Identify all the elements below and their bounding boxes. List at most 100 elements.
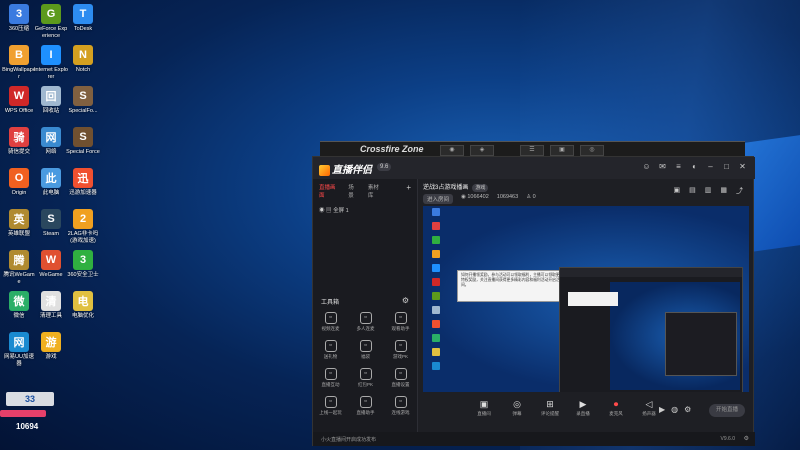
window-icon[interactable]: ▥ <box>705 186 712 196</box>
desktop-icon[interactable]: 此此电脑 <box>34 168 68 197</box>
desktop-icon[interactable]: 网网络 <box>34 127 68 156</box>
camera-icon[interactable]: ▶ <box>659 405 665 414</box>
tools-settings-icon[interactable]: ⚙ <box>402 296 409 305</box>
tab-library[interactable]: 素材库 <box>368 183 382 199</box>
menu-icon[interactable]: ≡ <box>674 162 683 171</box>
skin-icon[interactable]: ◐ <box>690 162 699 171</box>
desktop-icon[interactable]: 迅迅游加速器 <box>66 168 100 197</box>
app-logo-icon <box>319 164 330 176</box>
play-icon: ▫ <box>324 396 337 408</box>
tab-scene[interactable]: 场景 <box>348 183 358 199</box>
desktop-icon-label: ToDesk <box>73 26 93 32</box>
tool-item[interactable]: ▫ 游戏PK <box>383 340 418 360</box>
lock-icon[interactable]: ▣ <box>674 186 681 196</box>
tool-label: 福袋 <box>361 354 370 359</box>
mail-icon[interactable]: ✉ <box>658 162 667 171</box>
control-button[interactable]: ⏺ 麦克风 <box>605 399 627 417</box>
share-icon[interactable]: ⤴ <box>736 186 743 196</box>
add-icon[interactable]: + <box>406 183 411 199</box>
tool-label: 视频连麦 <box>321 326 340 331</box>
tool-item[interactable]: ▫ 直播设置 <box>383 368 418 388</box>
scene-item[interactable]: ◉ ▤ 全屏 1 <box>313 203 417 217</box>
fans-value: 1066402 <box>467 194 489 200</box>
control-button[interactable]: ▶ 录直播 <box>572 399 594 417</box>
back-window-button[interactable]: ◎ <box>580 145 604 156</box>
layout-icon[interactable]: ▤ <box>689 186 696 196</box>
minimize-icon[interactable]: – <box>706 162 715 171</box>
desktop-icon[interactable]: 骑骑信提交 <box>2 127 36 156</box>
desktop-icon[interactable]: S SpecialFo... <box>66 86 100 115</box>
version-text: V9.6.0 <box>720 436 735 442</box>
status-text: 小火直播间开启成功发布 <box>321 437 377 443</box>
back-window-button[interactable]: ▣ <box>550 145 574 156</box>
start-live-button[interactable]: 开始直播 <box>709 404 745 417</box>
desktop-icon[interactable]: 腾腾讯WeGame <box>2 250 36 285</box>
desktop-icon[interactable]: 3 360压缩 <box>2 4 36 33</box>
desktop-icon-label: 腾讯WeGame <box>3 272 35 285</box>
desktop-icon[interactable]: 微微信 <box>2 291 36 320</box>
desktop-icon[interactable]: N Notch <box>66 45 100 74</box>
stream-sub-info: 进入房间 ◉ 1066402 1069463 ♙ 0 <box>423 194 536 204</box>
tool-item[interactable]: ▫ 多人连麦 <box>348 312 383 332</box>
desktop-icon[interactable]: 清清理工具 <box>34 291 68 320</box>
desktop-icon[interactable]: 英英雄联盟 <box>2 209 36 238</box>
interact-icon: ▫ <box>324 368 337 380</box>
desktop-icon[interactable]: 3 360安全卫士 <box>66 250 100 279</box>
back-window-button[interactable]: ◉ <box>440 145 464 156</box>
stream-preview[interactable]: 如何开播领奖励，参与活动可以领取福利，主播可以领取更多直播特权奖励，关注直播间获… <box>423 206 749 392</box>
app-titlebar: 直播伴侣 9.6 ☺ ✉ ≡ ◐ – □ ✕ <box>313 157 755 179</box>
tool-item[interactable]: ▫ 红包PK <box>348 368 383 388</box>
tool-label: 直播互动 <box>321 382 340 387</box>
tool-item[interactable]: ▫ 直播助手 <box>348 396 383 416</box>
close-icon[interactable]: ✕ <box>738 162 747 171</box>
desktop-icon[interactable]: I Internet Explorer <box>34 45 68 80</box>
desktop-icon[interactable]: 网网易UU加速器 <box>2 332 36 367</box>
desktop-icon[interactable]: G GeForce Experience <box>34 4 68 39</box>
desktop-icon[interactable]: T ToDesk <box>66 4 100 33</box>
desktop-icon[interactable]: W WeGame <box>34 250 68 279</box>
stream-category-badge[interactable]: 游戏 <box>472 184 489 192</box>
desktop-icon[interactable]: S Special Force <box>66 127 100 156</box>
status-bar: 小火直播间开启成功发布 V9.6.0 ⚙ <box>313 432 755 446</box>
desktop-icon[interactable]: S Steam <box>34 209 68 238</box>
control-button[interactable]: ◁ 扬声器 <box>638 399 660 417</box>
avatar-icon[interactable]: ☺ <box>642 162 651 171</box>
desktop-icon[interactable]: W WPS Office <box>2 86 36 115</box>
settings-icon[interactable]: ⚙ <box>684 405 691 414</box>
nested-app-window <box>665 312 737 376</box>
desktop-icon[interactable]: O Origin <box>2 168 36 197</box>
tool-item[interactable]: ▫ 直播互动 <box>313 368 348 388</box>
tool-item[interactable]: ▫ 连线游戏 <box>383 396 418 416</box>
audio-icon[interactable]: ◍ <box>671 405 678 414</box>
desktop-icon-label: 微信 <box>13 313 25 319</box>
maximize-icon[interactable]: □ <box>722 162 731 171</box>
booster-icon: 迅 <box>73 168 93 188</box>
control-button[interactable]: ⊞ 评论提醒 <box>539 399 561 417</box>
tool-item[interactable]: ▫ 视频连麦 <box>313 312 348 332</box>
desktop-icon[interactable]: 回回收站 <box>34 86 68 115</box>
tab-live-screen[interactable]: 直播画面 <box>319 183 338 199</box>
desktop-icon[interactable]: 2 2LAG非卡吗(游戏加速) <box>66 209 100 244</box>
stream-title: 逆战3占游戏播画 <box>423 185 469 191</box>
tool-item[interactable]: ▫ 送礼物 <box>313 340 348 360</box>
pk-icon: ▫ <box>394 340 407 352</box>
desktop-icon[interactable]: 游游戏 <box>34 332 68 361</box>
desktop-icon-label: 回收站 <box>42 108 60 114</box>
tool-item[interactable]: ▫ 上线一起玩 <box>313 396 348 416</box>
preview-desktop-icon <box>432 320 440 328</box>
desktop-icon[interactable]: 电电脑优化 <box>66 291 100 320</box>
grid-icon[interactable]: ▦ <box>720 186 727 196</box>
back-window-button[interactable]: ☰ <box>520 145 544 156</box>
watch-icon: ▫ <box>394 312 407 324</box>
control-button[interactable]: ◎ 弹幕 <box>506 399 528 417</box>
back-window-button[interactable]: ◈ <box>470 145 494 156</box>
tool-item[interactable]: ▫ 观看助手 <box>383 312 418 332</box>
preview-desktop-icon <box>432 306 440 314</box>
tool-item[interactable]: ▫ 福袋 <box>348 340 383 360</box>
desktop-icon-label: 2LAG非卡吗(游戏加速) <box>67 231 99 244</box>
preview-desktop-icon <box>432 250 440 258</box>
enter-room-button[interactable]: 进入房间 <box>423 194 454 204</box>
control-button[interactable]: ▣ 直播间 <box>473 399 495 417</box>
desktop-icon[interactable]: B BingWallpaper <box>2 45 36 80</box>
status-settings-icon[interactable]: ⚙ <box>744 435 749 442</box>
